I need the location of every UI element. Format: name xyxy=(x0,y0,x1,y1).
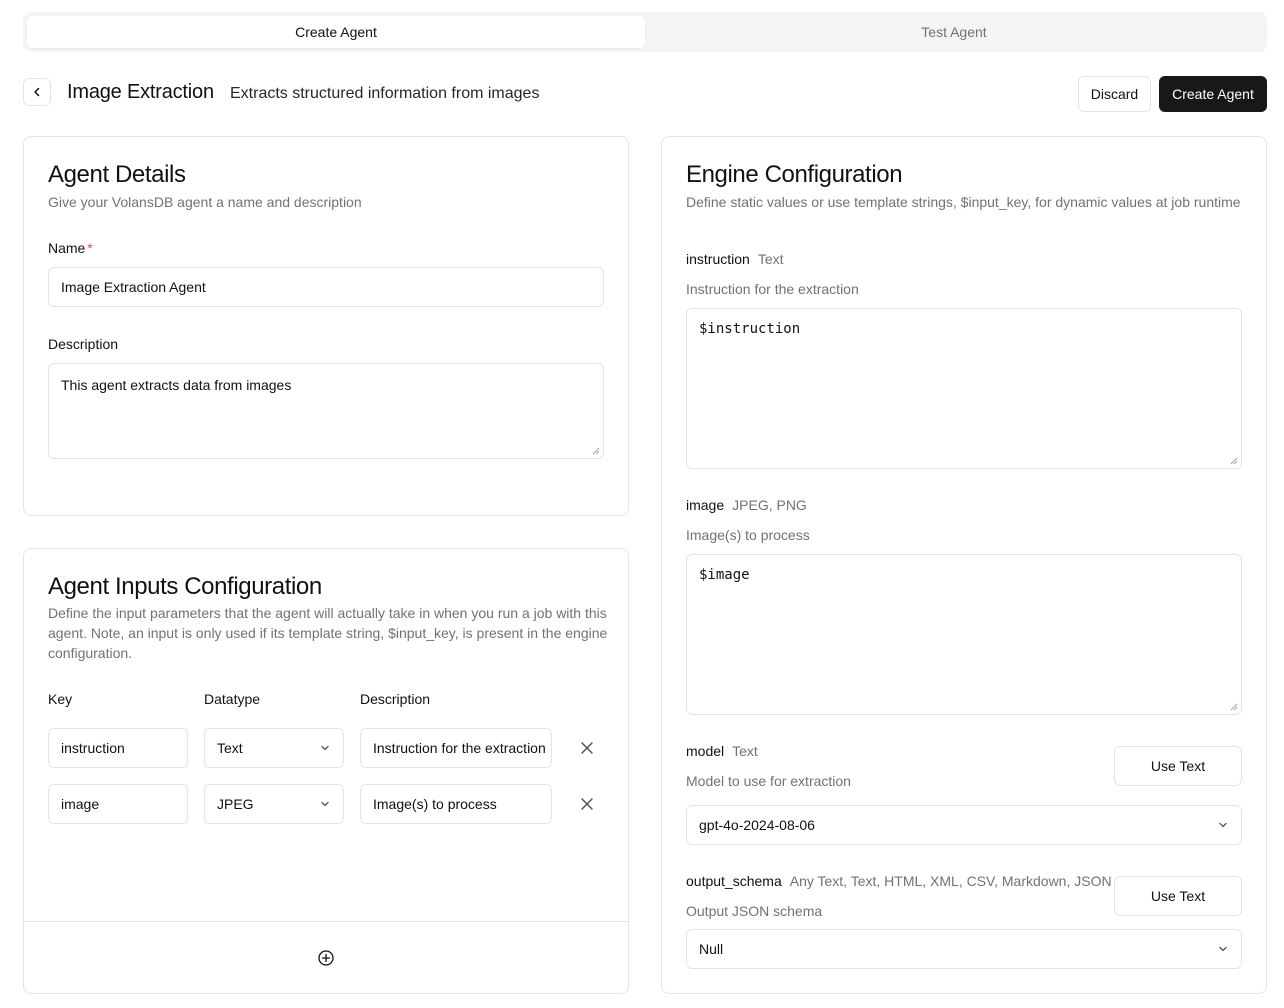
instruction-field-label: instruction Text xyxy=(686,251,784,267)
input-key-field[interactable]: image xyxy=(48,784,188,824)
model-select[interactable]: gpt-4o-2024-08-06 xyxy=(686,805,1242,845)
image-field-label: image JPEG, PNG xyxy=(686,497,807,513)
output-schema-field-label: output_schema Any Text, Text, HTML, XML, … xyxy=(686,873,1112,889)
chevron-down-icon xyxy=(1219,946,1227,952)
card-footer-divider xyxy=(24,921,628,922)
agent-inputs-card: Agent Inputs Configuration Define the in… xyxy=(23,548,629,994)
discard-button[interactable]: Discard xyxy=(1078,76,1151,112)
output-schema-type-hint: Any Text, Text, HTML, XML, CSV, Markdown… xyxy=(789,873,1112,889)
add-circle-icon[interactable] xyxy=(318,950,334,966)
required-mark: * xyxy=(87,240,93,256)
input-datatype-select[interactable]: JPEG xyxy=(204,784,344,824)
chevron-left-icon xyxy=(34,87,40,97)
agent-details-title: Agent Details xyxy=(48,161,186,188)
model-field-label: model Text xyxy=(686,743,758,759)
instruction-type-hint: Text xyxy=(757,251,784,267)
create-agent-button[interactable]: Create Agent xyxy=(1159,76,1267,112)
image-help-text: Image(s) to process xyxy=(686,527,810,543)
tab-create-agent[interactable]: Create Agent xyxy=(27,16,645,48)
model-use-text-button[interactable]: Use Text xyxy=(1114,746,1242,786)
tab-bar: Create Agent Test Agent xyxy=(23,12,1267,52)
agent-details-card: Agent Details Give your VolansDB agent a… xyxy=(23,136,629,516)
column-header-description: Description xyxy=(360,691,431,707)
agent-details-description: Give your VolansDB agent a name and desc… xyxy=(48,194,362,210)
column-header-datatype: Datatype xyxy=(204,691,261,707)
output-schema-select[interactable]: Null xyxy=(686,929,1242,969)
output-schema-use-text-button[interactable]: Use Text xyxy=(1114,876,1242,916)
engine-config-description: Define static values or use template str… xyxy=(686,194,1241,210)
name-label: Name * xyxy=(48,240,93,256)
column-header-key: Key xyxy=(48,691,73,707)
model-help-text: Model to use for extraction xyxy=(686,773,851,789)
chevron-down-icon xyxy=(321,801,329,807)
agent-inputs-description: Define the input parameters that the age… xyxy=(48,605,608,661)
input-key-field[interactable]: instruction xyxy=(48,728,188,768)
model-type-hint: Text xyxy=(732,743,758,759)
resize-handle-icon[interactable] xyxy=(1230,457,1238,465)
back-button[interactable] xyxy=(23,78,51,106)
chevron-down-icon xyxy=(321,745,329,751)
output-schema-help-text: Output JSON schema xyxy=(686,903,823,919)
remove-row-icon[interactable] xyxy=(580,797,594,811)
instruction-template-textarea[interactable]: $instruction xyxy=(686,308,1242,469)
input-datatype-select[interactable]: Text xyxy=(204,728,344,768)
engine-config-card: Engine Configuration Define static value… xyxy=(661,136,1267,994)
input-description-field[interactable]: Image(s) to process xyxy=(360,784,552,824)
description-textarea[interactable]: This agent extracts data from images xyxy=(48,363,604,459)
image-type-hint: JPEG, PNG xyxy=(732,497,807,513)
image-template-textarea[interactable]: $image xyxy=(686,554,1242,715)
resize-handle-icon[interactable] xyxy=(1230,703,1238,711)
input-description-field[interactable]: Instruction for the extraction xyxy=(360,728,552,768)
tab-test-agent[interactable]: Test Agent xyxy=(645,16,1263,48)
page-title: Image Extraction xyxy=(67,81,214,103)
name-input[interactable]: Image Extraction Agent xyxy=(48,267,604,307)
remove-row-icon[interactable] xyxy=(580,741,594,755)
page-subtitle: Extracts structured information from ima… xyxy=(230,85,540,102)
agent-inputs-title: Agent Inputs Configuration xyxy=(48,573,322,600)
instruction-help-text: Instruction for the extraction xyxy=(686,281,859,297)
page-header: Image Extraction Extracts structured inf… xyxy=(23,76,1267,112)
description-label: Description xyxy=(48,336,119,352)
chevron-down-icon xyxy=(1219,822,1227,828)
engine-config-title: Engine Configuration xyxy=(686,161,903,188)
resize-handle-icon[interactable] xyxy=(592,447,600,455)
